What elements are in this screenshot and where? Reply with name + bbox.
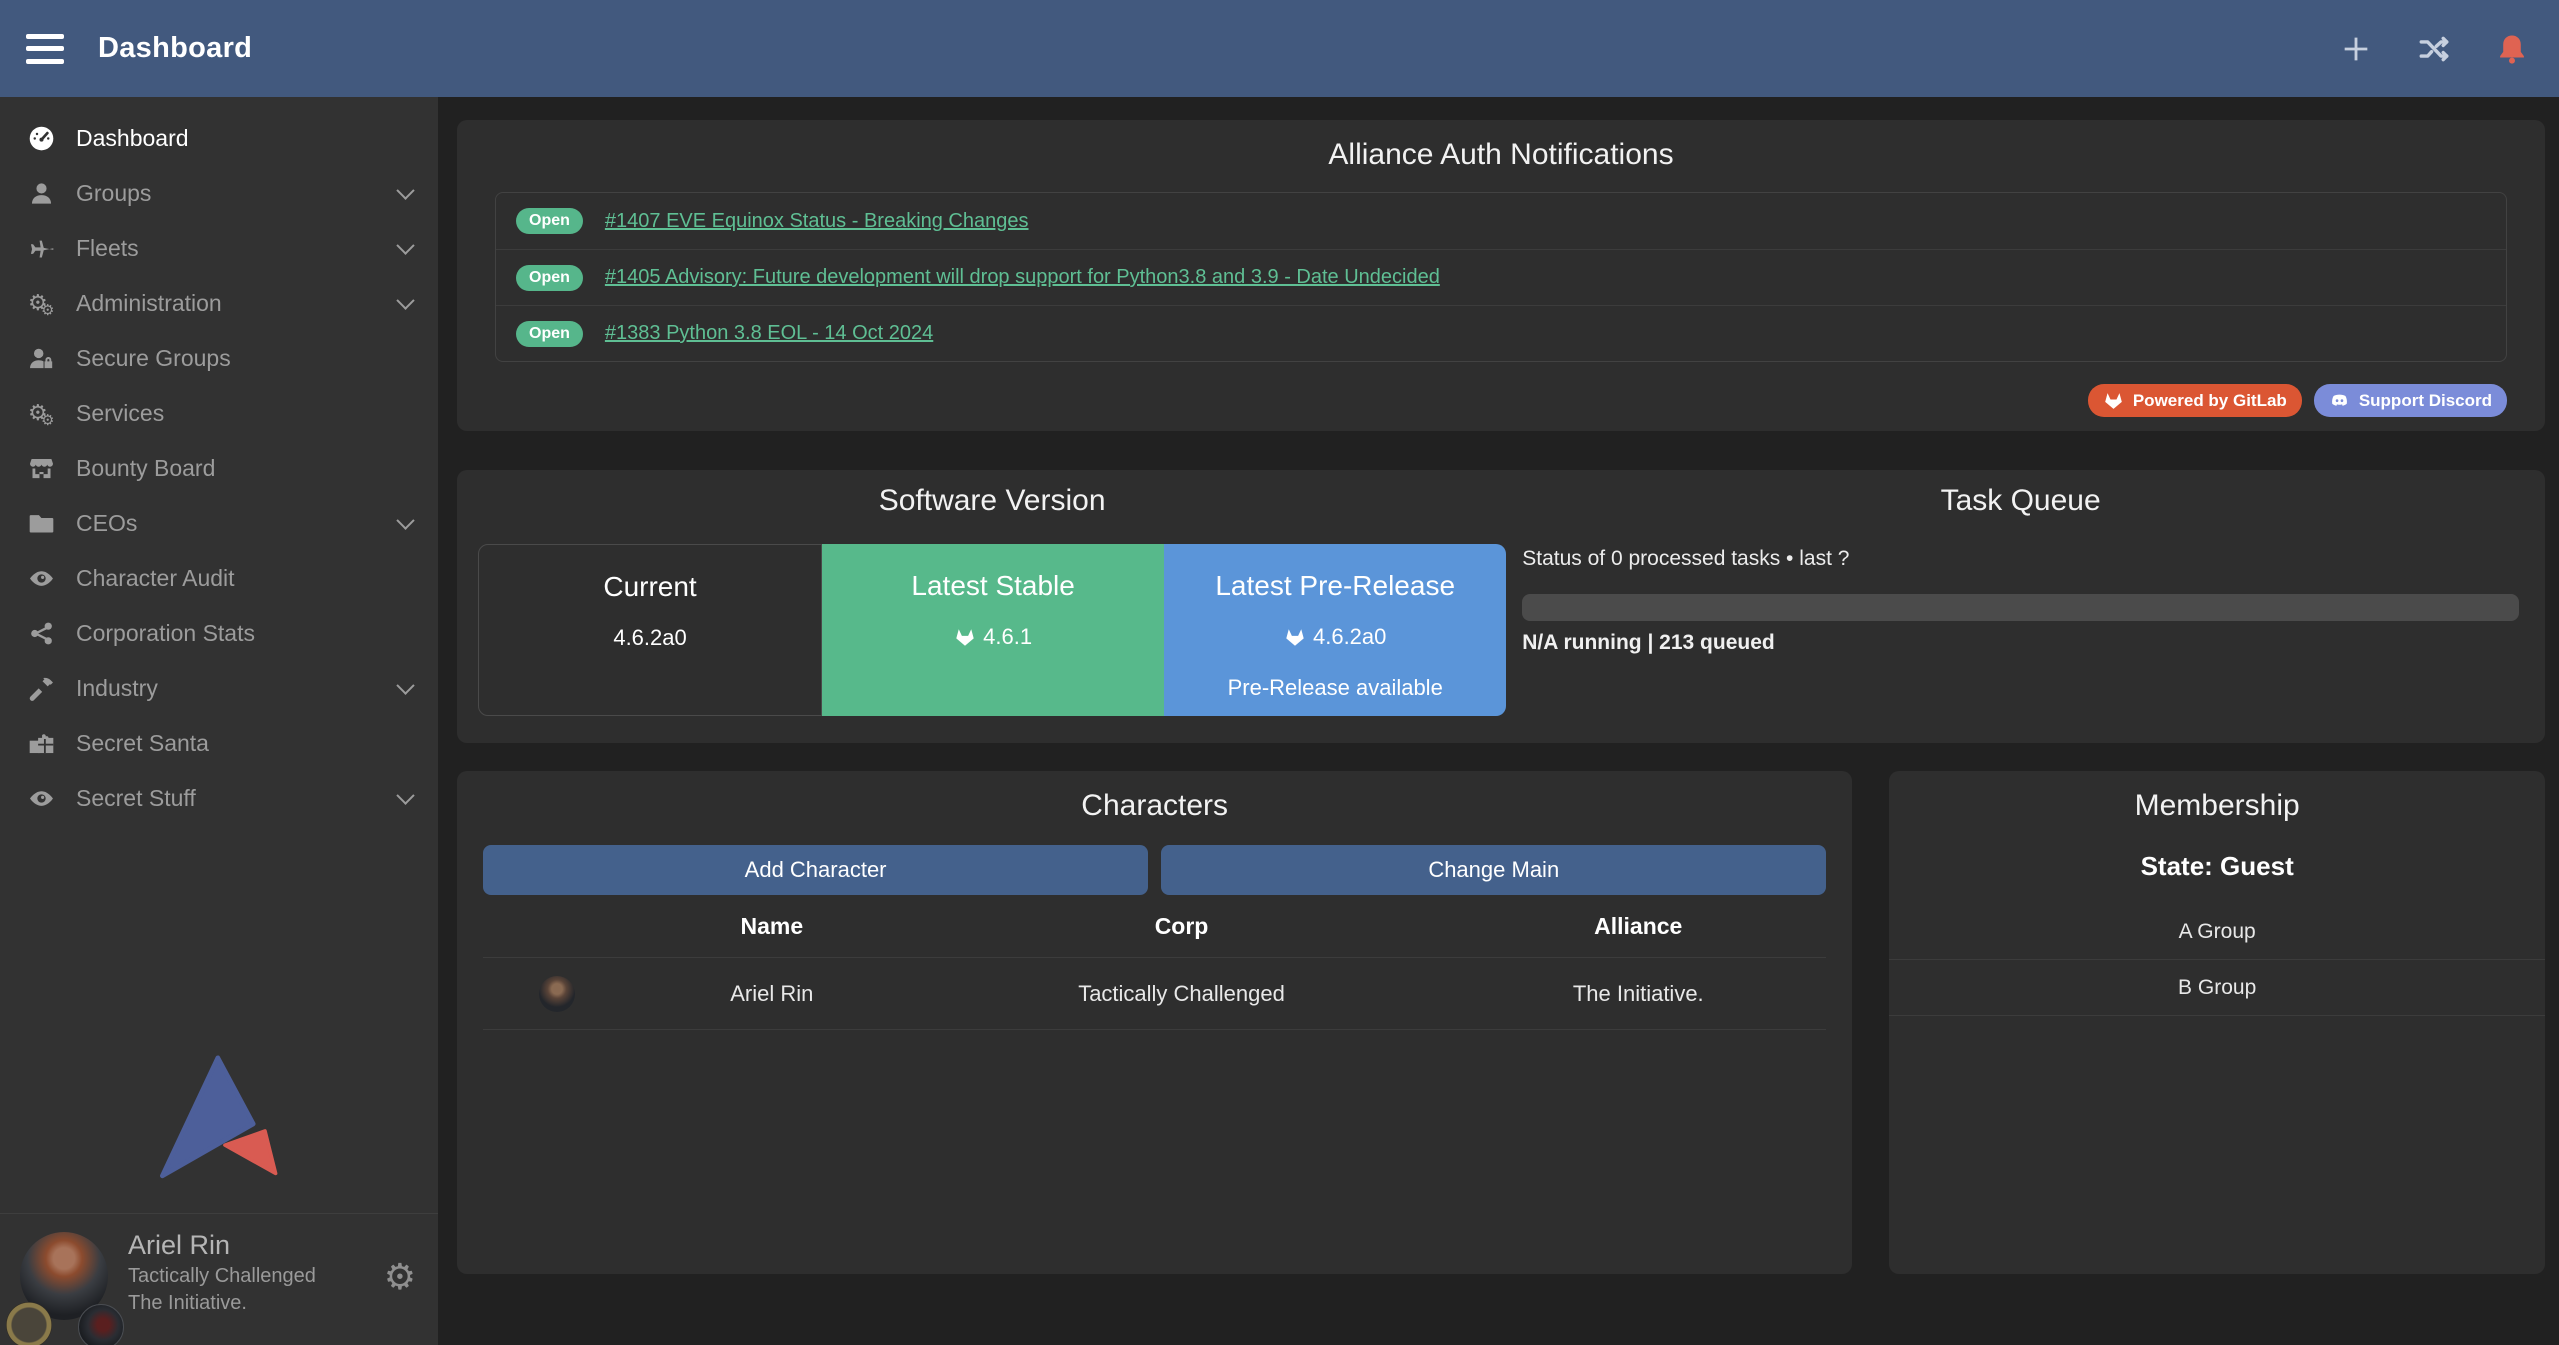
sidebar-menu: Dashboard Groups Fleets ⚙⚙ Administratio… <box>0 111 438 826</box>
settings-gear-icon[interactable]: ⚙ <box>384 1260 416 1296</box>
top-navbar: Dashboard <box>0 0 2559 97</box>
change-main-button[interactable]: Change Main <box>1161 845 1826 895</box>
notification-row: Open #1407 EVE Equinox Status - Breaking… <box>496 193 2506 249</box>
notification-row: Open #1383 Python 3.8 EOL - 14 Oct 2024 <box>496 305 2506 361</box>
storefront-icon <box>28 455 76 482</box>
sidebar-item-industry[interactable]: Industry <box>0 661 438 716</box>
shuffle-icon[interactable] <box>2417 32 2451 66</box>
add-character-button[interactable]: Add Character <box>483 845 1148 895</box>
notifications-list: Open #1407 EVE Equinox Status - Breaking… <box>495 192 2507 362</box>
sidebar-item-dashboard[interactable]: Dashboard <box>0 111 438 166</box>
chevron-down-icon <box>396 236 414 254</box>
sidebar-item-secret-stuff[interactable]: Secret Stuff <box>0 771 438 826</box>
membership-state: State: Guest <box>1889 851 2545 882</box>
sidebar-item-secret-santa[interactable]: Secret Santa <box>0 716 438 771</box>
alliance-auth-logo <box>160 1054 278 1182</box>
plus-icon[interactable] <box>2339 32 2373 66</box>
task-queue-section: Task Queue Status of 0 processed tasks •… <box>1506 470 2543 743</box>
menu-icon[interactable] <box>26 34 64 64</box>
character-corp: Tactically Challenged <box>913 981 1450 1007</box>
chevron-down-icon <box>396 181 414 199</box>
sidebar-item-secure-groups[interactable]: Secure Groups <box>0 331 438 386</box>
sidebar-item-ceos[interactable]: CEOs <box>0 496 438 551</box>
gitlab-tanuki-icon <box>1284 626 1306 648</box>
list-item: A Group <box>1889 904 2545 960</box>
list-item: B Group <box>1889 960 2545 1016</box>
chevron-down-icon <box>396 786 414 804</box>
eye-icon <box>28 565 76 592</box>
version-current-box: Current 4.6.2a0 <box>478 544 822 716</box>
discord-badge[interactable]: Support Discord <box>2314 384 2507 417</box>
membership-groups: A Group B Group <box>1889 904 2545 1016</box>
gitlab-badge[interactable]: Powered by GitLab <box>2088 384 2302 417</box>
share-nodes-icon <box>28 620 76 647</box>
task-queue-counts: N/A running | 213 queued <box>1522 631 2519 655</box>
character-portrait <box>539 976 575 1012</box>
sidebar-item-corporation-stats[interactable]: Corporation Stats <box>0 606 438 661</box>
gears-icon: ⚙⚙ <box>28 293 76 315</box>
gifts-icon <box>28 730 76 757</box>
column-corp: Corp <box>913 913 1450 940</box>
column-alliance: Alliance <box>1450 913 1826 940</box>
characters-title: Characters <box>483 771 1826 823</box>
chevron-down-icon <box>396 291 414 309</box>
version-stable-box: Latest Stable 4.6.1 <box>822 544 1164 716</box>
software-version-section: Software Version Current 4.6.2a0 Latest … <box>457 470 1506 743</box>
navbar-actions <box>2339 32 2529 66</box>
notification-link[interactable]: #1383 Python 3.8 EOL - 14 Oct 2024 <box>605 322 933 345</box>
alliance-logo-badge <box>78 1304 124 1345</box>
folder-icon <box>28 510 76 537</box>
notifications-bell-icon[interactable] <box>2495 32 2529 66</box>
chevron-down-icon <box>396 511 414 529</box>
sidebar-item-services[interactable]: ⚙⚙ Services <box>0 386 438 441</box>
hammer-icon <box>28 675 76 702</box>
notifications-title: Alliance Auth Notifications <box>481 120 2521 172</box>
gitlab-tanuki-icon <box>2103 390 2124 411</box>
table-row: Ariel Rin Tactically Challenged The Init… <box>483 957 1826 1030</box>
status-badge: Open <box>516 265 583 291</box>
notification-link[interactable]: #1405 Advisory: Future development will … <box>605 266 1440 289</box>
membership-panel: Membership State: Guest A Group B Group <box>1889 771 2545 1274</box>
sidebar: Dashboard Groups Fleets ⚙⚙ Administratio… <box>0 97 438 1345</box>
status-badge: Open <box>516 321 583 347</box>
column-name: Name <box>631 913 913 940</box>
gears-icon: ⚙⚙ <box>28 403 76 425</box>
task-queue-status: Status of 0 processed tasks • last ? <box>1522 547 2519 571</box>
membership-title: Membership <box>1889 771 2545 823</box>
status-badge: Open <box>516 208 583 234</box>
sidebar-item-bounty-board[interactable]: Bounty Board <box>0 441 438 496</box>
gitlab-tanuki-icon <box>954 626 976 648</box>
task-queue-title: Task Queue <box>1522 470 2519 518</box>
fighter-jet-icon <box>28 235 76 262</box>
page-title: Dashboard <box>98 32 252 65</box>
task-queue-progress-bar <box>1522 594 2519 621</box>
eye-icon <box>28 785 76 812</box>
user-icon <box>28 180 76 207</box>
sidebar-item-character-audit[interactable]: Character Audit <box>0 551 438 606</box>
sidebar-item-groups[interactable]: Groups <box>0 166 438 221</box>
sidebar-item-administration[interactable]: ⚙⚙ Administration <box>0 276 438 331</box>
characters-panel: Characters Add Character Change Main Nam… <box>457 771 1852 1274</box>
version-prerelease-box: Latest Pre-Release 4.6.2a0 Pre-Release a… <box>1164 544 1506 716</box>
user-lock-icon <box>28 345 76 372</box>
notification-link[interactable]: #1407 EVE Equinox Status - Breaking Chan… <box>605 210 1029 233</box>
chevron-down-icon <box>396 676 414 694</box>
sidebar-user-panel: Ariel Rin Tactically Challenged The Init… <box>0 1213 438 1345</box>
character-alliance: The Initiative. <box>1450 981 1826 1007</box>
discord-icon <box>2329 390 2350 411</box>
software-version-title: Software Version <box>478 470 1506 518</box>
system-status-panel: Software Version Current 4.6.2a0 Latest … <box>457 470 2545 743</box>
corp-logo-badge <box>6 1302 52 1345</box>
sidebar-item-fleets[interactable]: Fleets <box>0 221 438 276</box>
main-content: Alliance Auth Notifications Open #1407 E… <box>438 97 2559 1345</box>
tachometer-icon <box>28 125 76 152</box>
characters-table-header: Name Corp Alliance <box>483 895 1826 957</box>
notification-row: Open #1405 Advisory: Future development … <box>496 249 2506 305</box>
notifications-panel: Alliance Auth Notifications Open #1407 E… <box>457 120 2545 431</box>
character-name: Ariel Rin <box>631 981 913 1007</box>
